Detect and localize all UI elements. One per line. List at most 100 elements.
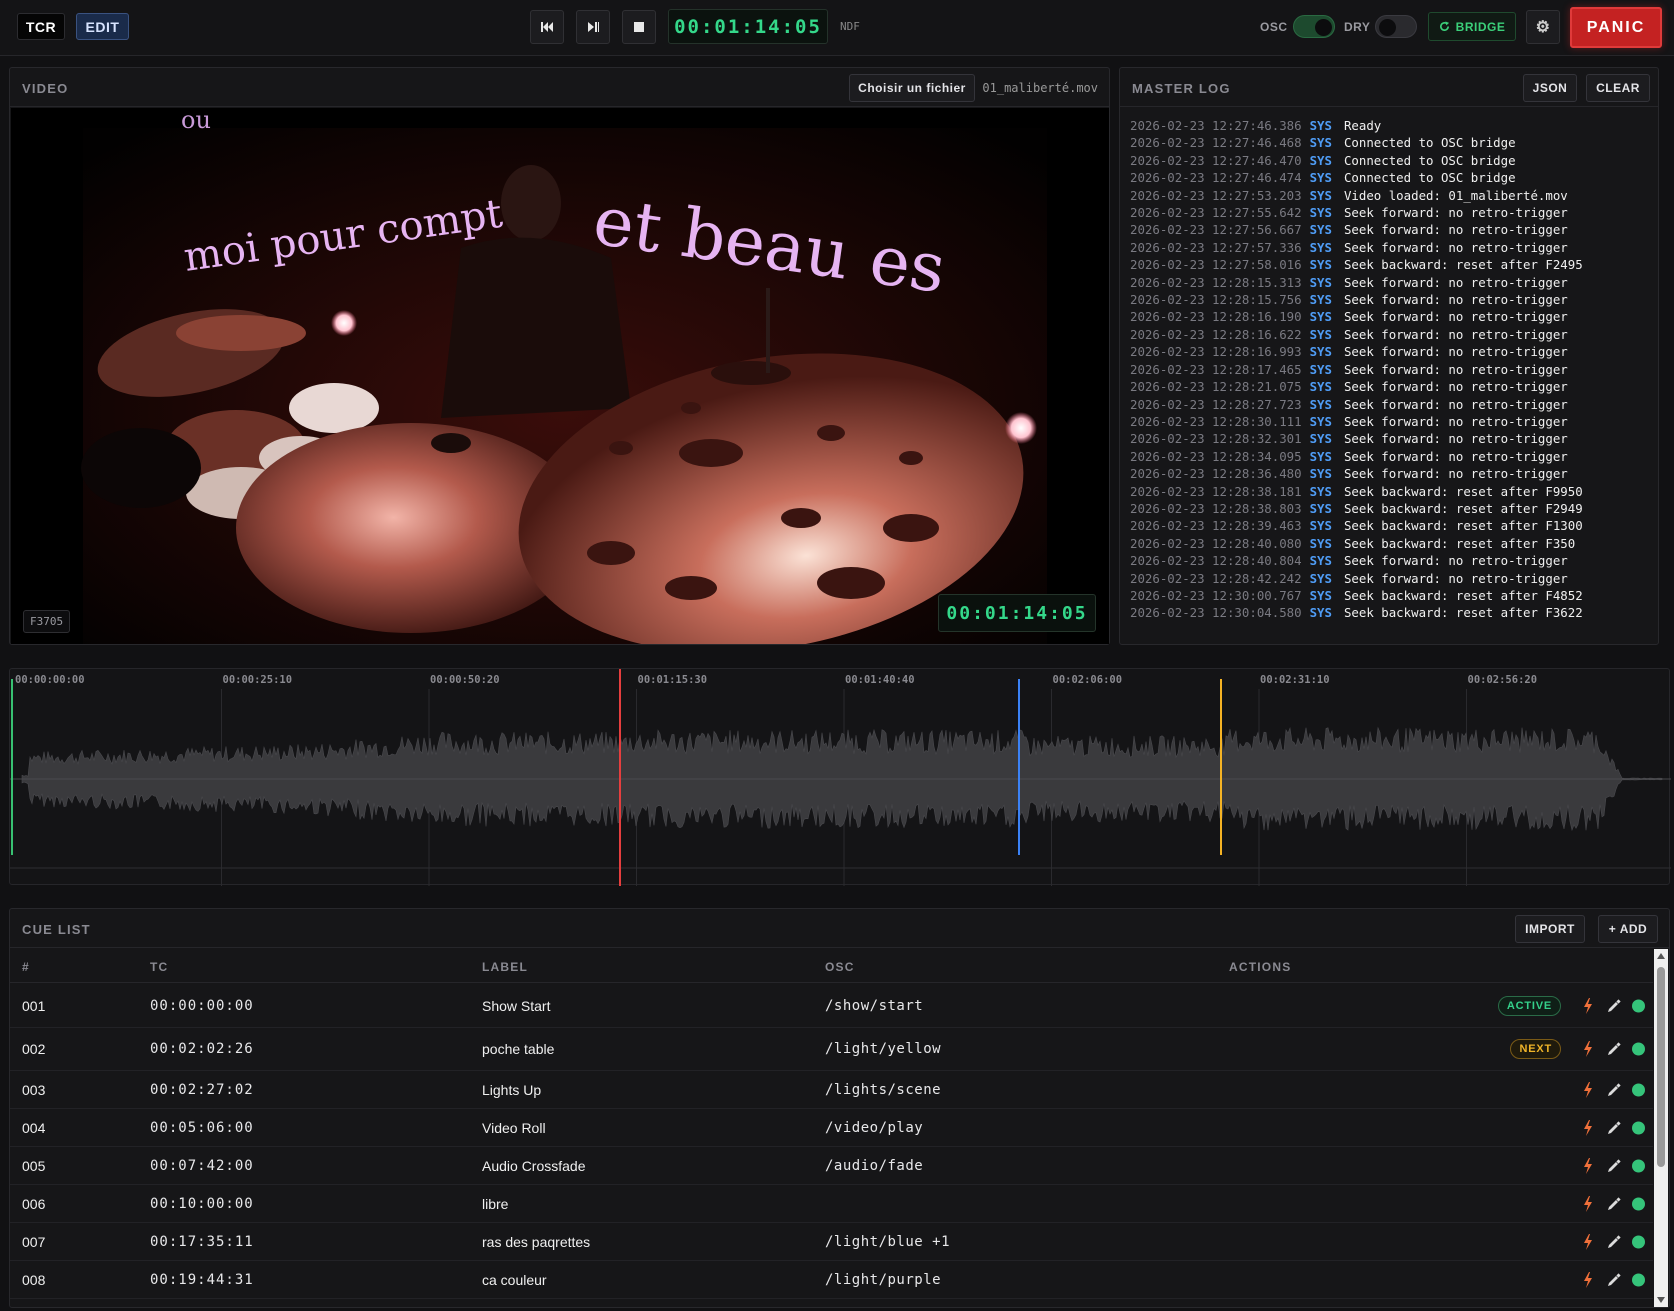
active-badge: ACTIVE xyxy=(1497,995,1561,1016)
log-tag: SYS xyxy=(1309,379,1332,395)
log-message: Seek backward: reset after F9950 xyxy=(1343,483,1583,499)
log-timestamp: 2026-02-23 12:28:16.993 xyxy=(1130,344,1302,360)
log-message: Seek forward: no retro-trigger xyxy=(1343,396,1568,412)
cue-status-indicator[interactable] xyxy=(1632,1042,1645,1056)
cue-status-indicator[interactable] xyxy=(1632,1159,1645,1172)
bridge-button[interactable]: BRIDGE xyxy=(1428,12,1516,41)
log-message: Seek forward: no retro-trigger xyxy=(1343,205,1568,221)
cue-status-indicator[interactable] xyxy=(1632,1083,1645,1096)
video-viewport[interactable]: moi pour compt et beau es ou F3705 00:01… xyxy=(11,108,1109,644)
scroll-down-arrow[interactable] xyxy=(1657,1297,1665,1303)
cue-label: poche table xyxy=(482,1041,555,1057)
log-message: Seek forward: no retro-trigger xyxy=(1343,361,1568,377)
waveform-canvas: 00:00:00:00 00:00:25:10 00:00:50:20 00:01:1… xyxy=(10,669,1671,886)
log-tag: SYS xyxy=(1309,309,1332,325)
tcr-mode-button[interactable]: TCR xyxy=(17,13,65,40)
cue-row[interactable]: 007 00:17:35:11 ras des paqrettes/light/bl… xyxy=(10,1223,1653,1261)
cue-row[interactable]: 001 00:00:00:00 Show Start/show/start ACTIV… xyxy=(10,984,1653,1028)
cue-number: 003 xyxy=(22,1081,46,1098)
log-tag: SYS xyxy=(1309,396,1332,412)
log-entry: 2026-02-23 12:28:15.313 SYS Seek forward: … xyxy=(1130,274,1650,291)
log-tag: SYS xyxy=(1309,326,1332,342)
fire-cue-icon[interactable] xyxy=(1581,1119,1595,1136)
cue-timecode: 00:10:00:00 xyxy=(150,1195,254,1212)
log-tag: SYS xyxy=(1309,222,1332,238)
cue-row[interactable]: 008 00:19:44:31 ca couleur/light/purple xyxy=(10,1261,1653,1299)
ruler-label: 00:02:31:10 xyxy=(1260,674,1330,686)
log-timestamp: 2026-02-23 12:28:38.181 xyxy=(1130,483,1302,499)
cue-status-indicator[interactable] xyxy=(1632,1273,1645,1286)
cue-row[interactable]: 005 00:07:42:00 Audio Crossfade/audio/fade xyxy=(10,1147,1653,1185)
cue-status-indicator[interactable] xyxy=(1632,999,1645,1012)
cue-label: libre xyxy=(482,1195,509,1212)
cue-row[interactable]: 006 00:10:00:00 libre xyxy=(10,1185,1653,1223)
log-entry: 2026-02-23 12:28:34.095 SYS Seek forward: … xyxy=(1130,448,1650,465)
fire-cue-icon[interactable] xyxy=(1581,1041,1595,1057)
log-timestamp: 2026-02-23 12:27:46.386 xyxy=(1130,118,1302,133)
edit-mode-button[interactable]: EDIT xyxy=(76,13,129,40)
log-timestamp: 2026-02-23 12:27:46.474 xyxy=(1130,170,1302,186)
log-message: Seek backward: reset after F3622 xyxy=(1343,605,1583,621)
scroll-thumb[interactable] xyxy=(1657,967,1665,1167)
log-tag: SYS xyxy=(1309,448,1332,464)
fire-cue-icon[interactable] xyxy=(1581,1195,1595,1212)
clear-log-button[interactable]: CLEAR xyxy=(1586,74,1650,102)
fire-cue-icon[interactable] xyxy=(1581,997,1595,1014)
cue-label: ca couleur xyxy=(482,1271,547,1288)
fire-cue-icon[interactable] xyxy=(1581,1157,1595,1174)
cue-row[interactable]: 002 00:02:02:26 poche table/light/yellow NE… xyxy=(10,1028,1653,1071)
cue-list-scrollbar[interactable] xyxy=(1654,949,1668,1307)
fire-cue-icon[interactable] xyxy=(1581,1233,1595,1250)
fire-cue-icon[interactable] xyxy=(1581,1271,1595,1288)
edit-cue-icon[interactable] xyxy=(1607,1120,1621,1135)
json-export-button[interactable]: JSON xyxy=(1523,74,1577,102)
log-message: Connected to OSC bridge xyxy=(1343,135,1516,151)
log-timestamp: 2026-02-23 12:28:17.465 xyxy=(1130,361,1302,377)
cue-row[interactable]: 004 00:05:06:00 Video Roll/video/play xyxy=(10,1109,1653,1147)
osc-toggle[interactable] xyxy=(1293,15,1335,38)
rewind-button[interactable] xyxy=(530,10,564,44)
edit-cue-icon[interactable] xyxy=(1607,1082,1621,1097)
fire-cue-icon[interactable] xyxy=(1581,1081,1595,1098)
edit-cue-icon[interactable] xyxy=(1607,1196,1621,1211)
panic-button[interactable]: PANIC xyxy=(1570,7,1662,48)
cue-status-indicator[interactable] xyxy=(1632,1235,1645,1248)
log-timestamp: 2026-02-23 12:27:56.667 xyxy=(1130,222,1302,238)
log-timestamp: 2026-02-23 12:28:38.803 xyxy=(1130,500,1302,516)
play-step-button[interactable] xyxy=(576,10,610,44)
log-entries: 2026-02-23 12:27:46.386 SYS Ready 2026-02-2… xyxy=(1130,117,1650,636)
stop-button[interactable] xyxy=(622,10,656,44)
edit-cue-icon[interactable] xyxy=(1607,1042,1621,1056)
edit-cue-icon[interactable] xyxy=(1607,1234,1621,1249)
col-osc: OSC xyxy=(825,960,855,974)
cue-osc-address: /audio/fade xyxy=(825,1157,924,1174)
log-timestamp: 2026-02-23 12:28:40.804 xyxy=(1130,553,1302,569)
cue-panel-header: CUE LIST IMPORT + ADD xyxy=(10,909,1669,948)
master-log-panel: MASTER LOG JSON CLEAR 2026-02-23 12:27:4… xyxy=(1119,67,1659,645)
next-badge: NEXT xyxy=(1510,1039,1561,1059)
add-cue-button[interactable]: + ADD xyxy=(1598,915,1658,943)
log-entry: 2026-02-23 12:27:57.336 SYS Seek forward: … xyxy=(1130,239,1650,256)
choose-file-button[interactable]: Choisir un fichier xyxy=(849,74,975,102)
cue-number: 008 xyxy=(22,1271,46,1288)
edit-cue-icon[interactable] xyxy=(1607,1272,1621,1287)
col-num: # xyxy=(22,960,30,974)
edit-cue-icon[interactable] xyxy=(1607,998,1621,1013)
cue-status-indicator[interactable] xyxy=(1632,1121,1645,1134)
timeline-waveform[interactable]: 00:00:00:00 00:00:25:10 00:00:50:20 00:01:1… xyxy=(9,668,1671,886)
cue-row[interactable]: 003 00:02:27:02 Lights Up/lights/scene xyxy=(10,1071,1653,1109)
log-message: Connected to OSC bridge xyxy=(1343,170,1516,186)
log-entry: 2026-02-23 12:27:53.203 SYS Video loaded: … xyxy=(1130,187,1650,204)
log-entry: 2026-02-23 12:28:40.804 SYS Seek forward: … xyxy=(1130,552,1650,569)
cue-status-indicator[interactable] xyxy=(1632,1197,1645,1210)
log-timestamp: 2026-02-23 12:28:15.756 xyxy=(1130,292,1302,308)
log-tag: SYS xyxy=(1309,431,1332,447)
log-message: Seek forward: no retro-trigger xyxy=(1343,344,1568,360)
edit-cue-icon[interactable] xyxy=(1607,1158,1621,1173)
scroll-up-arrow[interactable] xyxy=(1657,953,1665,959)
col-actions: ACTIONS xyxy=(1229,960,1292,974)
dry-toggle[interactable] xyxy=(1375,15,1417,38)
log-message: Seek forward: no retro-trigger xyxy=(1343,448,1568,464)
import-button[interactable]: IMPORT xyxy=(1515,915,1585,943)
settings-button[interactable]: ⚙ xyxy=(1526,10,1560,44)
